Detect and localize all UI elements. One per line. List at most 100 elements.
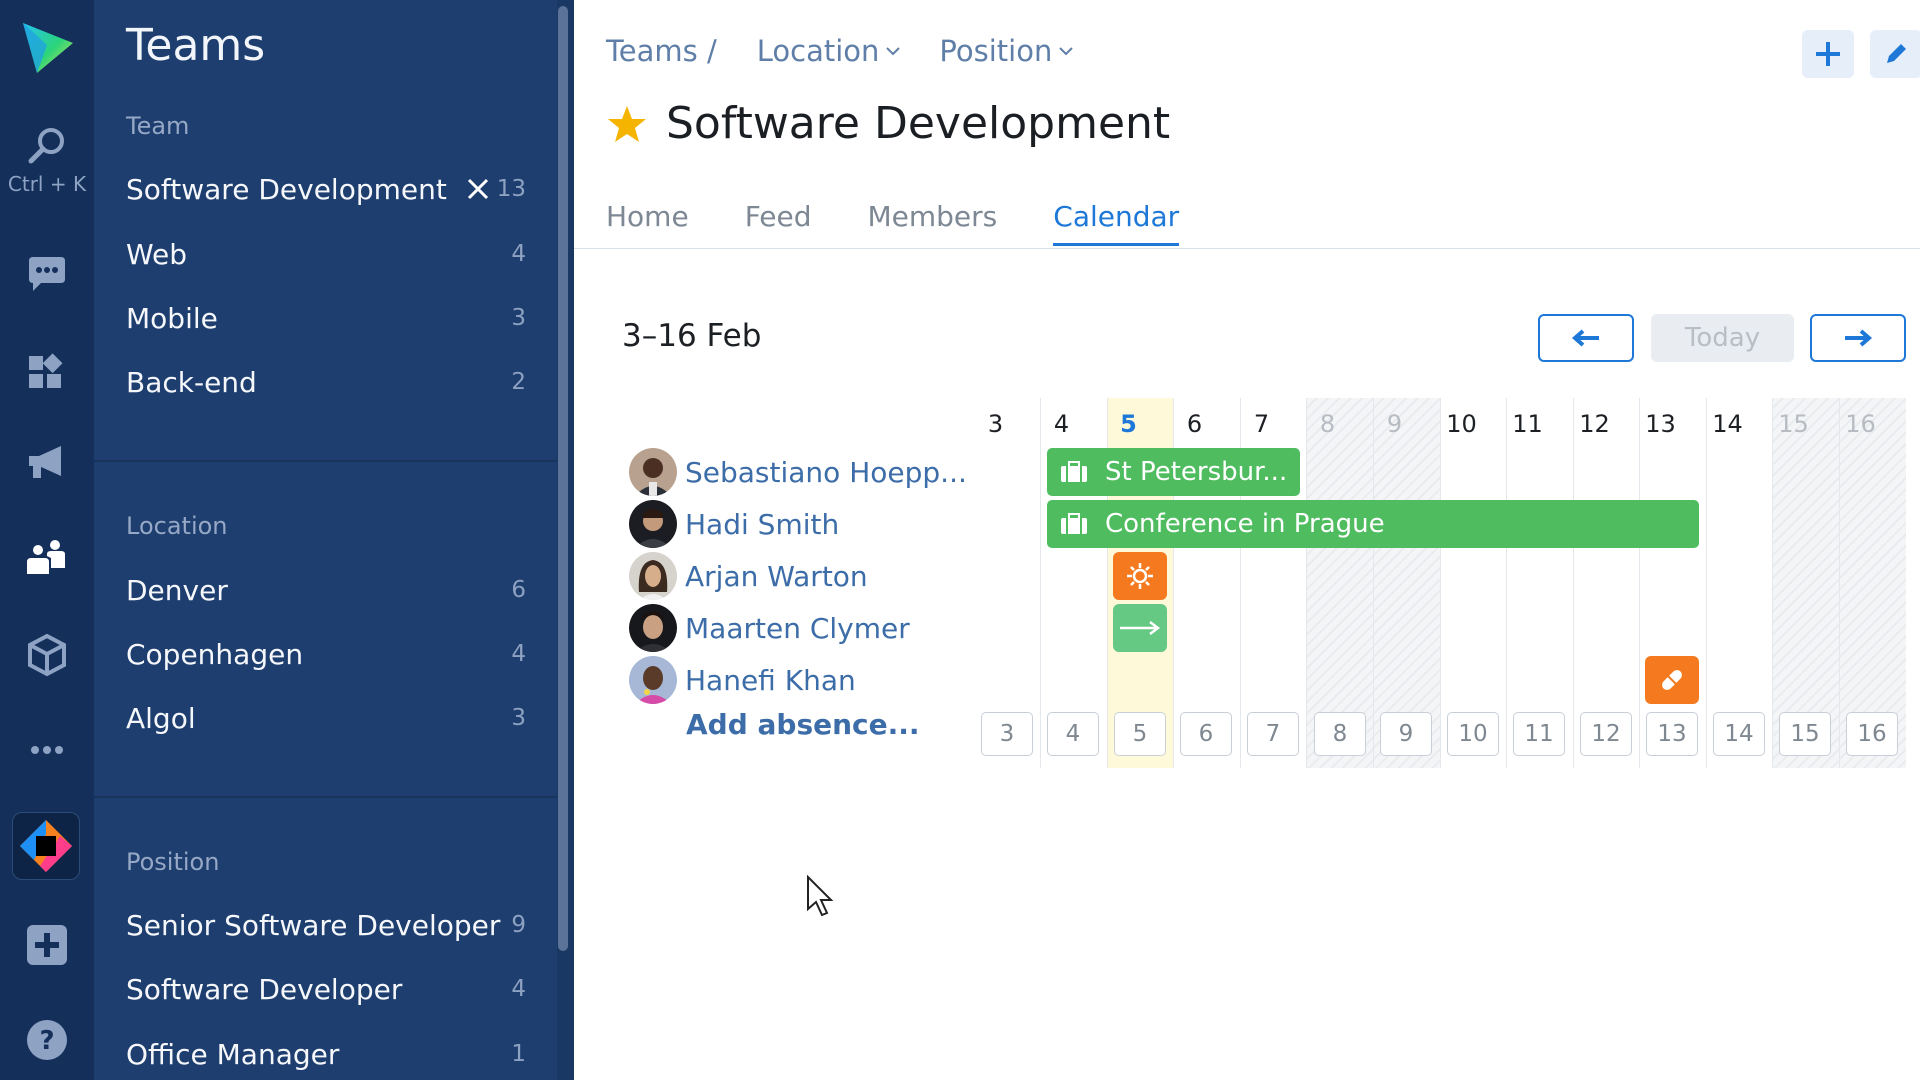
- absence-bar-conference[interactable]: Conference in Prague: [1047, 500, 1699, 548]
- member-row-sebastiano[interactable]: Sebastiano Hoepp...: [629, 448, 967, 496]
- tab-home[interactable]: Home: [606, 200, 689, 246]
- absence-calendar: 3 4 5 6 7 8 9 10 11 12 13 14 15 16 Sebas…: [574, 398, 1920, 768]
- svg-text:?: ?: [39, 1026, 54, 1056]
- pill-icon: [1662, 670, 1682, 690]
- edit-button[interactable]: [1870, 30, 1920, 78]
- app-logo-icon[interactable]: [0, 10, 94, 84]
- day-header: 13: [1645, 410, 1676, 438]
- breadcrumb: Teams / Location Position: [606, 34, 1074, 68]
- avatar: [629, 448, 677, 496]
- search-button[interactable]: Ctrl + K: [0, 115, 94, 205]
- add-button[interactable]: [1802, 30, 1854, 78]
- add-absence-day-button[interactable]: 16: [1846, 712, 1898, 756]
- sidebar-item-software-developer[interactable]: Software Developer 4: [126, 964, 526, 1014]
- member-row-arjan[interactable]: Arjan Warton: [629, 552, 868, 600]
- absence-label: St Petersbur...: [1105, 457, 1288, 487]
- sidebar-item-algol[interactable]: Algol 3: [126, 693, 526, 743]
- add-absence-day-button[interactable]: 14: [1713, 712, 1765, 756]
- sidebar-item-label: Web: [126, 237, 188, 271]
- add-absence-day-button[interactable]: 8: [1314, 712, 1366, 756]
- sidebar-item-count: 3: [511, 305, 526, 331]
- absence-bar-business-trip[interactable]: St Petersbur...: [1047, 448, 1300, 496]
- sidebar-item-copenhagen[interactable]: Copenhagen 4: [126, 629, 526, 679]
- add-absence-day-button[interactable]: 6: [1180, 712, 1232, 756]
- member-name: Maarten Clymer: [685, 611, 910, 645]
- sidebar-item-label: Mobile: [126, 301, 218, 335]
- plus-square-icon: [27, 925, 67, 965]
- avatar: [629, 604, 677, 652]
- sidebar-item-label: Senior Software Developer: [126, 908, 501, 942]
- sidebar-scrollbar-thumb[interactable]: [558, 6, 568, 951]
- member-row-maarten[interactable]: Maarten Clymer: [629, 604, 910, 652]
- member-row-hanefi[interactable]: Hanefi Khan: [629, 656, 856, 704]
- sidebar-item-back-end[interactable]: Back-end 2: [126, 357, 526, 407]
- plus-icon: [1816, 42, 1840, 66]
- announcements-button[interactable]: [0, 432, 94, 492]
- sidebar-item-software-development[interactable]: Software Development 13: [126, 164, 526, 214]
- day-header: 7: [1253, 410, 1270, 438]
- dashboard-icon: [29, 353, 63, 388]
- sidebar-item-senior-software-developer[interactable]: Senior Software Developer 9: [126, 900, 526, 950]
- add-absence-day-button[interactable]: 10: [1447, 712, 1499, 756]
- jetbrains-toolbox-button[interactable]: [12, 812, 80, 880]
- search-icon: [28, 128, 64, 164]
- add-absence-link[interactable]: Add absence...: [686, 708, 920, 741]
- add-absence-day-button[interactable]: 15: [1779, 712, 1831, 756]
- member-name: Arjan Warton: [685, 559, 868, 593]
- day-header: 9: [1386, 410, 1403, 438]
- location-filter-label: Location: [756, 34, 880, 68]
- star-icon[interactable]: [606, 103, 648, 145]
- absence-label: Conference in Prague: [1105, 509, 1385, 539]
- sidebar-item-office-manager[interactable]: Office Manager 1: [126, 1029, 526, 1079]
- breadcrumb-teams-link[interactable]: Teams /: [606, 34, 717, 68]
- close-icon[interactable]: [467, 178, 489, 200]
- teams-button[interactable]: [0, 528, 94, 588]
- sidebar-item-label: Copenhagen: [126, 637, 304, 671]
- location-section-heading: Location: [126, 512, 228, 540]
- create-button[interactable]: [0, 915, 94, 975]
- avatar: [629, 500, 677, 548]
- sidebar-item-denver[interactable]: Denver 6: [126, 565, 526, 615]
- position-filter-dropdown[interactable]: Position: [939, 34, 1074, 68]
- position-filter-label: Position: [939, 34, 1053, 68]
- absence-sick-leave[interactable]: [1645, 656, 1699, 704]
- tab-members[interactable]: Members: [868, 200, 998, 246]
- sidebar-divider: [94, 460, 557, 462]
- absence-vacation[interactable]: [1113, 552, 1167, 600]
- sidebar-item-mobile[interactable]: Mobile 3: [126, 293, 526, 343]
- team-section-heading: Team: [126, 112, 190, 140]
- chevron-down-icon: [1059, 47, 1074, 56]
- previous-period-button[interactable]: [1538, 314, 1634, 362]
- add-absence-day-button[interactable]: 13: [1646, 712, 1698, 756]
- member-row-hadi[interactable]: Hadi Smith: [629, 500, 839, 548]
- next-period-button[interactable]: [1810, 314, 1906, 362]
- tab-calendar[interactable]: Calendar: [1053, 200, 1180, 246]
- sidebar-item-web[interactable]: Web 4: [126, 229, 526, 279]
- suitcase-icon: [1059, 512, 1089, 536]
- add-absence-day-button[interactable]: 9: [1380, 712, 1432, 756]
- add-absence-day-button[interactable]: 3: [981, 712, 1033, 756]
- sidebar-item-count: 3: [511, 705, 526, 731]
- date-range-label: 3–16 Feb: [622, 318, 762, 354]
- chats-button[interactable]: [0, 245, 94, 305]
- add-absence-day-button[interactable]: 11: [1513, 712, 1565, 756]
- help-button[interactable]: ?: [0, 1010, 94, 1070]
- add-absence-day-button[interactable]: 12: [1580, 712, 1632, 756]
- day-header: 10: [1446, 410, 1477, 438]
- member-name: Hadi Smith: [685, 507, 840, 541]
- add-absence-day-button[interactable]: 7: [1247, 712, 1299, 756]
- add-absence-day-button[interactable]: 5: [1114, 712, 1166, 756]
- day-header-today: 5: [1120, 410, 1137, 438]
- today-button[interactable]: Today: [1651, 314, 1794, 362]
- day-header: 16: [1845, 410, 1876, 438]
- help-icon: ?: [27, 1020, 67, 1060]
- location-filter-dropdown[interactable]: Location: [757, 34, 902, 68]
- projects-button[interactable]: [0, 625, 94, 685]
- sidebar-item-count: 2: [511, 369, 526, 395]
- add-absence-day-button[interactable]: 4: [1047, 712, 1099, 756]
- more-button[interactable]: [0, 725, 94, 775]
- megaphone-icon: [29, 446, 61, 478]
- dashboard-button[interactable]: [0, 340, 94, 400]
- absence-working-remotely[interactable]: [1113, 604, 1167, 652]
- tab-feed[interactable]: Feed: [745, 200, 812, 246]
